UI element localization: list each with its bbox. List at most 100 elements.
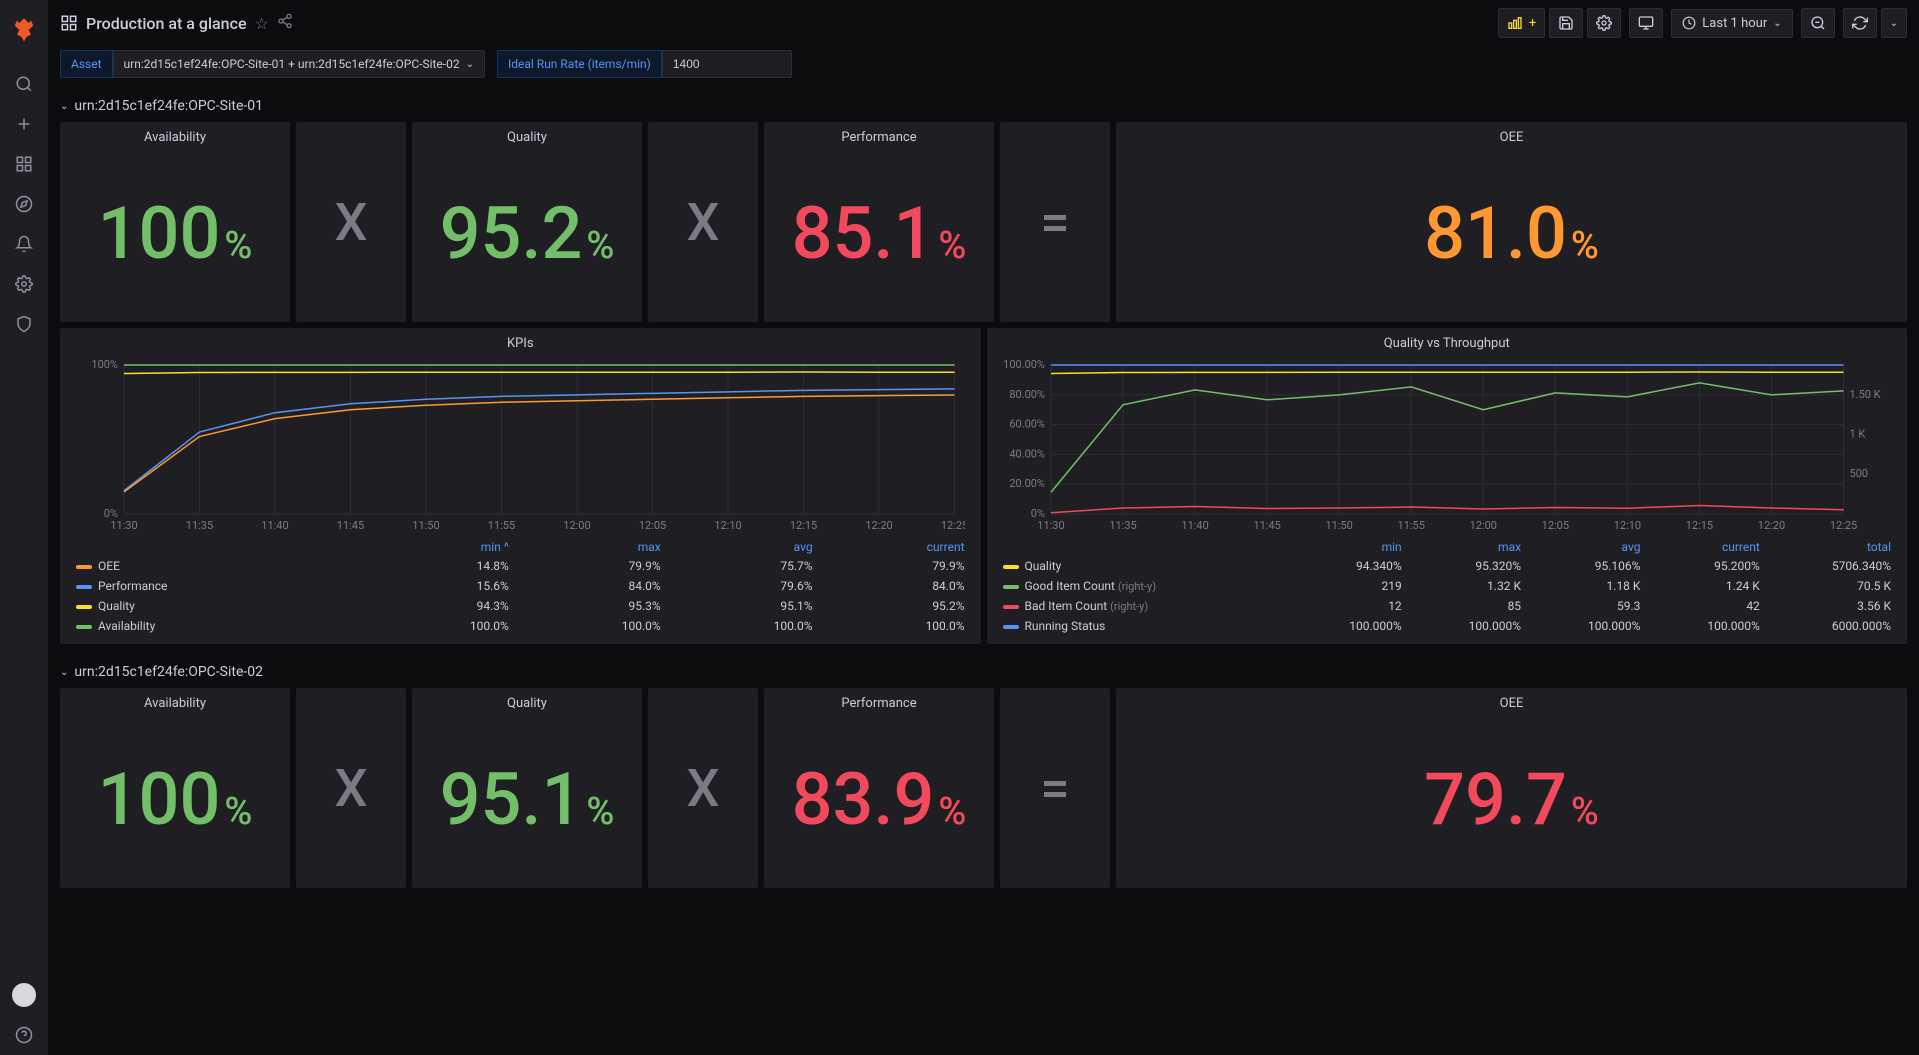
- chart-kpis[interactable]: 0%100%11:3011:3511:4011:4511:5011:5512:0…: [76, 359, 965, 534]
- svg-text:40.00%: 40.00%: [1009, 447, 1045, 460]
- avatar[interactable]: [12, 983, 36, 1007]
- svg-text:12:10: 12:10: [714, 519, 741, 532]
- share-icon[interactable]: [277, 13, 293, 33]
- chevron-down-icon: ⌄: [466, 59, 474, 70]
- svg-text:11:45: 11:45: [1253, 519, 1280, 532]
- svg-text:11:40: 11:40: [261, 519, 288, 532]
- svg-text:12:10: 12:10: [1613, 519, 1640, 532]
- svg-text:12:05: 12:05: [1541, 519, 1568, 532]
- gear-icon[interactable]: [4, 264, 44, 304]
- zoom-out-button[interactable]: [1801, 8, 1835, 38]
- svg-text:500: 500: [1849, 467, 1868, 480]
- panel-quality: Quality 95.1%: [412, 688, 642, 888]
- breadcrumb: Production at a glance ☆: [60, 13, 293, 33]
- svg-text:12:20: 12:20: [865, 519, 892, 532]
- chart-quality-throughput[interactable]: 0%20.00%40.00%60.00%80.00%100.00%5001 K1…: [1003, 359, 1892, 534]
- clock-icon: [1682, 16, 1696, 30]
- panel-op-eq: =: [1000, 122, 1110, 322]
- search-icon[interactable]: [4, 64, 44, 104]
- svg-text:12:00: 12:00: [1469, 519, 1496, 532]
- settings-button[interactable]: [1587, 8, 1621, 38]
- stat-availability: 100%: [98, 764, 253, 836]
- stat-performance: 83.9%: [792, 764, 967, 836]
- refresh-interval-button[interactable]: ⌄: [1881, 8, 1907, 38]
- save-button[interactable]: [1549, 8, 1583, 38]
- legend-quality-throughput: minmaxavgcurrenttotalQuality94.340%95.32…: [995, 538, 1900, 636]
- panel-availability: Availability 100%: [60, 688, 290, 888]
- panel-op-x1: X: [296, 688, 406, 888]
- row-title: urn:2d15c1ef24fe:OPC-Site-02: [74, 664, 263, 680]
- page-title[interactable]: Production at a glance: [86, 14, 247, 33]
- stat-quality: 95.2%: [440, 198, 615, 270]
- panel-quality: Quality 95.2%: [412, 122, 642, 322]
- explore-icon[interactable]: [4, 184, 44, 224]
- panel-op-eq: =: [1000, 688, 1110, 888]
- var-runrate-label: Ideal Run Rate (items/min): [497, 50, 662, 78]
- panel-oee: OEE 79.7%: [1116, 688, 1907, 888]
- add-panel-button[interactable]: +: [1498, 8, 1545, 38]
- svg-text:12:20: 12:20: [1757, 519, 1784, 532]
- panel-op-x1: X: [296, 122, 406, 322]
- svg-text:11:35: 11:35: [186, 519, 213, 532]
- stat-availability: 100%: [98, 198, 253, 270]
- chevron-down-icon: ⌄: [1773, 18, 1781, 29]
- svg-text:11:40: 11:40: [1181, 519, 1208, 532]
- shield-icon[interactable]: [4, 304, 44, 344]
- svg-text:12:25: 12:25: [1829, 519, 1856, 532]
- panel-performance: Performance 85.1%: [764, 122, 994, 322]
- row-title: urn:2d15c1ef24fe:OPC-Site-01: [74, 98, 263, 114]
- help-icon[interactable]: [4, 1015, 44, 1055]
- panel-quality-throughput: Quality vs Throughput 0%20.00%40.00%60.0…: [987, 328, 1908, 644]
- svg-text:11:55: 11:55: [1397, 519, 1424, 532]
- bell-icon[interactable]: [4, 224, 44, 264]
- svg-text:11:50: 11:50: [1325, 519, 1352, 532]
- svg-text:1 K: 1 K: [1849, 428, 1865, 441]
- variable-bar: Asset urn:2d15c1ef24fe:OPC-Site-01 + urn…: [48, 46, 1919, 90]
- svg-text:80.00%: 80.00%: [1009, 388, 1045, 401]
- sidebar: [0, 0, 48, 1055]
- svg-text:12:05: 12:05: [639, 519, 666, 532]
- panel-op-x2: X: [648, 688, 758, 888]
- panel-op-x2: X: [648, 122, 758, 322]
- panel-performance: Performance 83.9%: [764, 688, 994, 888]
- svg-text:60.00%: 60.00%: [1009, 418, 1045, 431]
- svg-text:11:30: 11:30: [110, 519, 137, 532]
- svg-text:20.00%: 20.00%: [1009, 477, 1045, 490]
- stat-oee: 79.7%: [1424, 764, 1599, 836]
- row-toggle-site-01[interactable]: ⌄ urn:2d15c1ef24fe:OPC-Site-01: [60, 90, 1907, 122]
- legend-kpis: min ^maxavgcurrentOEE14.8%79.9%75.7%79.9…: [68, 538, 973, 636]
- view-button[interactable]: [1629, 8, 1663, 38]
- panel-kpis: KPIs 0%100%11:3011:3511:4011:4511:5011:5…: [60, 328, 981, 644]
- row-toggle-site-02[interactable]: ⌄ urn:2d15c1ef24fe:OPC-Site-02: [60, 656, 1907, 688]
- svg-text:11:55: 11:55: [488, 519, 515, 532]
- stat-oee: 81.0%: [1424, 198, 1599, 270]
- svg-text:11:45: 11:45: [337, 519, 364, 532]
- stat-performance: 85.1%: [792, 198, 967, 270]
- svg-text:12:15: 12:15: [1685, 519, 1712, 532]
- svg-text:12:00: 12:00: [563, 519, 590, 532]
- panels-icon: [60, 14, 78, 32]
- svg-text:11:35: 11:35: [1109, 519, 1136, 532]
- panel-availability: Availability 100%: [60, 122, 290, 322]
- svg-text:11:30: 11:30: [1037, 519, 1064, 532]
- svg-text:11:50: 11:50: [412, 519, 439, 532]
- var-runrate-input[interactable]: [662, 50, 792, 78]
- svg-text:1.50 K: 1.50 K: [1849, 388, 1880, 401]
- chevron-down-icon: ⌄: [60, 667, 68, 678]
- svg-text:12:15: 12:15: [790, 519, 817, 532]
- chevron-down-icon: ⌄: [60, 101, 68, 112]
- grafana-logo[interactable]: [10, 8, 38, 64]
- svg-text:100.00%: 100.00%: [1003, 359, 1045, 371]
- star-icon[interactable]: ☆: [255, 14, 269, 33]
- svg-text:100%: 100%: [91, 359, 118, 371]
- var-asset-label: Asset: [60, 50, 113, 78]
- refresh-button[interactable]: [1843, 8, 1877, 38]
- var-asset-value[interactable]: urn:2d15c1ef24fe:OPC-Site-01 + urn:2d15c…: [113, 50, 485, 78]
- dashboards-icon[interactable]: [4, 144, 44, 184]
- stat-quality: 95.1%: [440, 764, 615, 836]
- svg-text:12:25: 12:25: [941, 519, 965, 532]
- panel-oee: OEE 81.0%: [1116, 122, 1907, 322]
- topbar: Production at a glance ☆ + Last 1 hour ⌄…: [48, 0, 1919, 46]
- plus-icon[interactable]: [4, 104, 44, 144]
- time-picker[interactable]: Last 1 hour ⌄: [1671, 9, 1792, 38]
